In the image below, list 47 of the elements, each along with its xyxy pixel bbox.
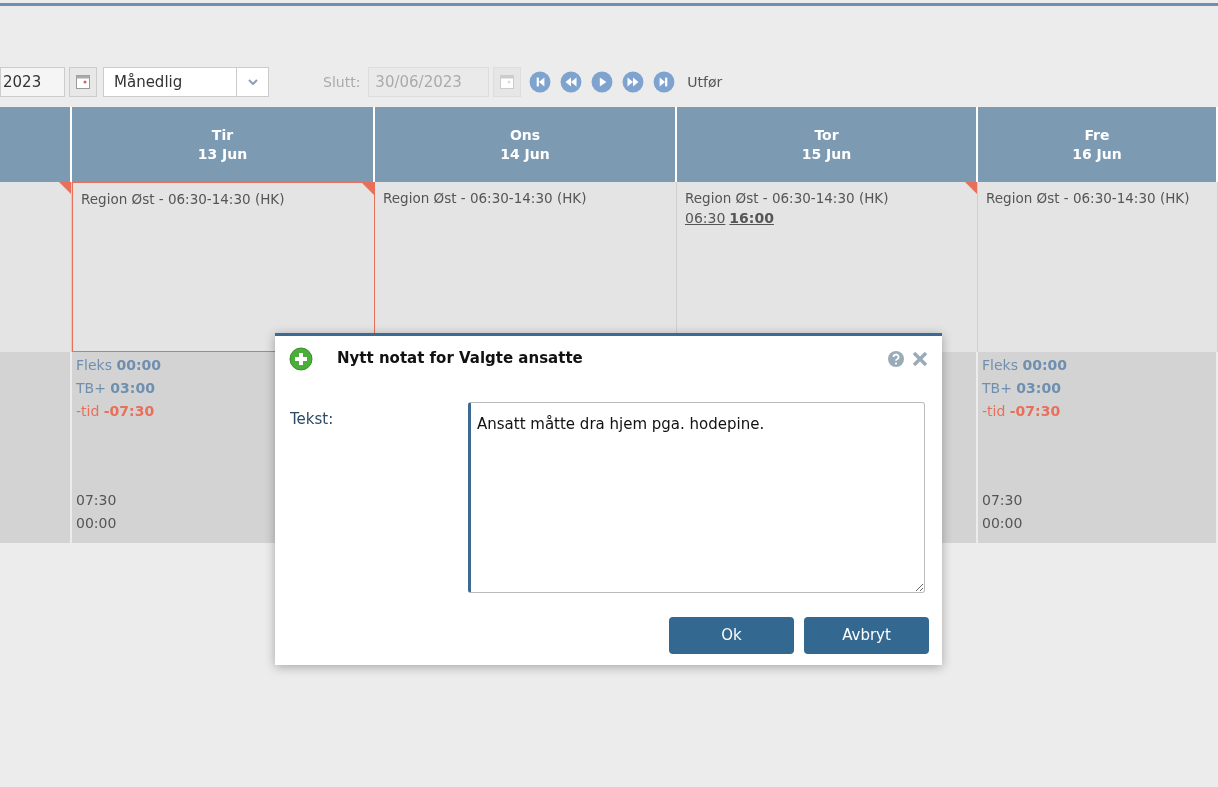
shift-cell[interactable]: Region Øst - 06:30-14:30 (HK) [72,182,375,352]
balance-line: Fleks 00:00 [76,356,161,375]
help-icon[interactable] [888,350,904,367]
dialog-button[interactable]: Ok [669,617,794,654]
play-icon[interactable] [591,71,614,93]
start-date-field[interactable]: 2023 [0,67,65,97]
balance-line: TB+ 03:00 [76,379,155,398]
balance-line: -tid -07:30 [76,402,155,421]
rewind-icon[interactable] [560,71,583,93]
shift-text: Region Øst - 06:30-14:30 (HK) [685,189,890,208]
clock-in-time[interactable]: 06:30 [685,208,726,230]
run-link[interactable]: Utfør [687,67,723,97]
shift-text: Region Øst - 06:30-14:30 (HK) [986,189,1191,208]
calendar-icon[interactable] [76,75,90,89]
calendar-icon[interactable] [500,75,515,89]
day-date: 16 Jun [1072,144,1122,164]
dialog-button[interactable]: Avbryt [804,617,929,654]
note-textarea[interactable]: Ansatt måtte dra hjem pga. hodepine. [468,402,925,593]
day-header: Ons [509,125,541,145]
total-hours: 00:00 [76,514,117,533]
total-hours: 07:30 [982,491,1023,510]
field-label: Tekst: [290,409,335,430]
total-hours: 07:30 [76,491,117,510]
day-header: Tir [211,125,234,145]
plus-icon [289,346,313,371]
chevron-down-icon [247,79,258,85]
shift-cell[interactable]: Region Øst - 06:30-14:30 (HK) 06:30 16:00 [677,182,978,352]
end-date-label: Slutt: [323,72,361,92]
balance-line: TB+ 03:00 [982,379,1061,398]
fast-forward-icon[interactable] [622,71,645,93]
shift-cell[interactable] [0,182,72,352]
skip-back-icon[interactable] [529,71,552,93]
shift-text: Region Øst - 06:30-14:30 (HK) [81,190,286,209]
day-date: 15 Jun [801,144,852,164]
shift-cell[interactable]: Region Øst - 06:30-14:30 (HK) [978,182,1218,352]
shift-text: Region Øst - 06:30-14:30 (HK) [383,189,588,208]
period-select[interactable]: Månedlig [103,67,269,97]
total-hours: 00:00 [982,514,1023,533]
close-icon[interactable] [912,350,928,367]
balance-line: -tid -07:30 [982,402,1061,421]
day-date: 13 Jun [197,144,248,164]
day-date: 14 Jun [500,144,550,164]
day-header: Tor [814,125,839,145]
clock-out-time[interactable]: 16:00 [729,208,774,230]
day-header: Fre [1084,125,1110,145]
skip-forward-icon[interactable] [653,71,676,93]
balance-line: Fleks 00:00 [982,356,1067,375]
